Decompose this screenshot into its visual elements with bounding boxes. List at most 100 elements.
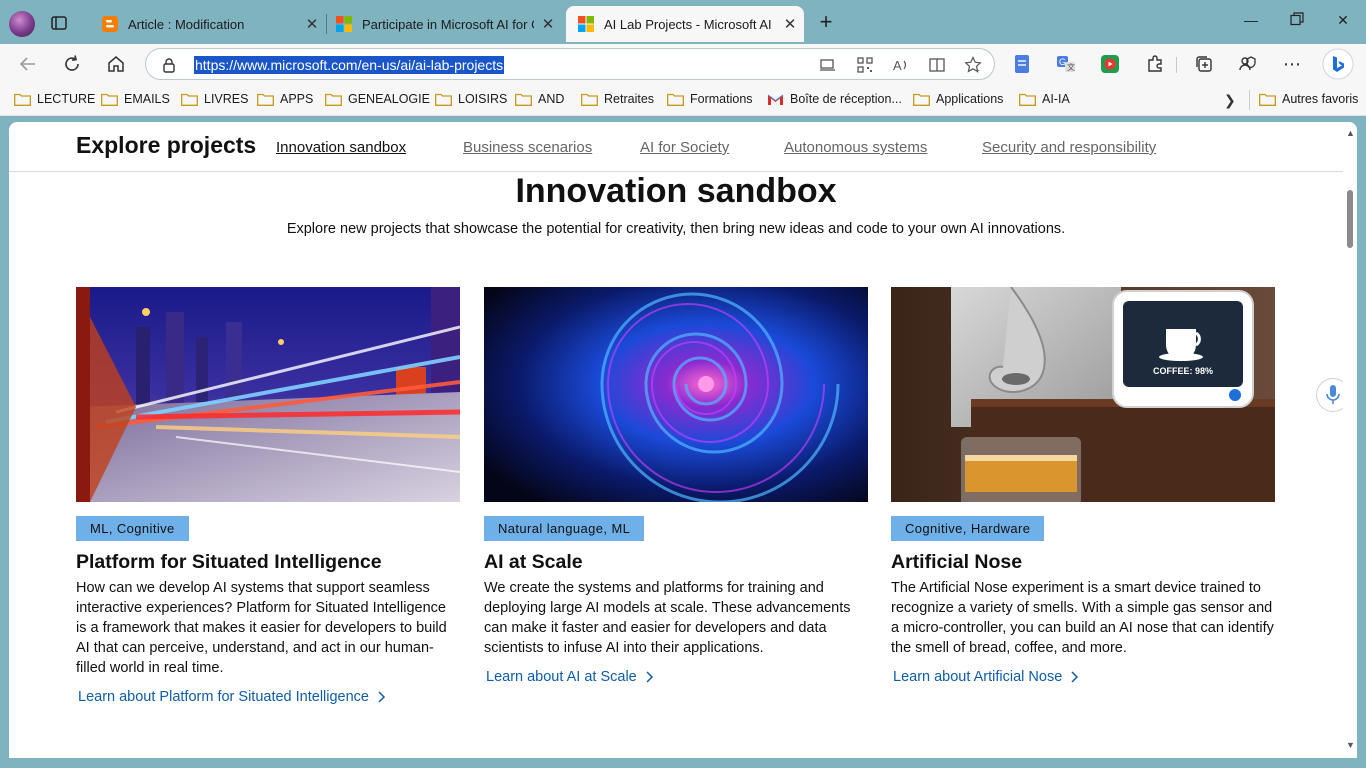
tab-participate-microsoft-ai[interactable]: Participate in Microsoft AI for Go ✕ [324,6,562,42]
bookmark-folder[interactable]: GENEALOGIE [325,92,430,106]
learn-more-link[interactable]: Learn about AI at Scale [486,669,868,685]
project-card-ai-at-scale: Natural language, ML AI at Scale We crea… [484,287,868,685]
tab-title: Participate in Microsoft AI for Go [362,16,534,32]
blogger-icon [102,16,118,32]
browser-toolbar: https://www.microsoft.com/en-us/ai/ai-la… [0,44,1366,84]
document-extension-icon[interactable] [1011,53,1033,75]
folder-icon [101,93,118,106]
nav-link-security-responsibility[interactable]: Security and responsibility [982,139,1156,156]
lock-icon[interactable] [162,57,176,73]
svg-text:G: G [1059,57,1066,67]
close-window-icon[interactable]: ✕ [1331,12,1355,34]
section-title: Innovation sandbox [515,172,837,210]
extensions-icon[interactable] [1144,53,1166,75]
bookmark-folder[interactable]: Formations [667,92,753,106]
bookmark-folder[interactable]: Retraites [581,92,654,106]
bing-copilot-icon[interactable] [1322,48,1354,80]
qr-code-icon[interactable] [856,56,874,74]
home-icon[interactable] [105,53,127,75]
bookmarks-bar: LECTURE EMAILS LIVRES APPS GENEALOGIE LO… [0,84,1366,116]
close-tab-icon[interactable]: ✕ [298,15,326,33]
folder-icon [515,93,532,106]
scroll-up-icon[interactable]: ▲ [1346,128,1355,138]
tab-article-modification[interactable]: Article : Modification ✕ [90,6,326,42]
bookmark-folder[interactable]: LOISIRS [435,92,507,106]
device-screen-text: COFFEE: 98% [1153,366,1213,376]
folder-icon [913,93,930,106]
folder-icon [181,93,198,106]
section-description: Explore new projects that showcase the p… [286,221,1066,237]
tab-strip: Article : Modification ✕ Participate in … [0,0,1366,46]
chevron-right-icon [378,691,386,703]
learn-more-link[interactable]: Learn about Artificial Nose [893,669,1275,685]
app-available-icon[interactable] [819,56,837,74]
project-subnav: Explore projects Innovation sandbox Busi… [9,122,1343,172]
svg-text:A: A [893,58,902,73]
restore-icon[interactable] [1285,12,1309,34]
immersive-reader-icon[interactable] [928,56,946,74]
tab-actions-icon[interactable] [50,14,68,32]
browser-essentials-icon[interactable] [1237,53,1259,75]
folder-icon [581,93,598,106]
tab-title: Article : Modification [128,16,245,32]
nav-link-business-scenarios[interactable]: Business scenarios [463,139,592,156]
translate-icon[interactable]: G文 [1055,53,1077,75]
category-tag: ML, Cognitive [76,516,189,541]
project-card-artificial-nose: COFFEE: 98% Cognitive, Hardware Artifici… [891,287,1275,685]
folder-icon [667,93,684,106]
bookmark-folder[interactable]: AND [515,92,564,106]
read-aloud-icon[interactable]: A [892,56,910,74]
folder-icon [435,93,452,106]
bookmark-folder[interactable]: AI-IA [1019,92,1070,106]
chevron-right-icon[interactable]: ❯ [1224,92,1236,109]
address-url[interactable]: https://www.microsoft.com/en-us/ai/ai-la… [194,56,505,74]
bookmark-folder[interactable]: LECTURE [14,92,95,106]
learn-more-link[interactable]: Learn about Platform for Situated Intell… [78,689,460,705]
more-options-icon[interactable]: ⋯ [1281,53,1303,75]
city-light-trails-image[interactable] [76,287,460,502]
bookmark-folder[interactable]: EMAILS [101,92,170,106]
folder-icon [1019,93,1036,106]
chevron-right-icon [1071,671,1079,683]
svg-text:+: + [975,66,980,74]
minimize-icon[interactable]: — [1239,12,1263,34]
scroll-down-icon[interactable]: ▼ [1346,740,1355,750]
nav-link-autonomous-systems[interactable]: Autonomous systems [784,139,927,156]
folder-icon [14,93,31,106]
scrollbar-thumb[interactable] [1347,190,1353,248]
add-favorite-icon[interactable]: + [964,56,982,75]
project-card-situated-intelligence: ML, Cognitive Platform for Situated Inte… [76,287,460,705]
close-tab-icon[interactable]: ✕ [534,15,562,33]
close-tab-icon[interactable]: ✕ [776,15,804,33]
address-bar[interactable]: https://www.microsoft.com/en-us/ai/ai-la… [145,48,995,80]
card-description: The Artificial Nose experiment is a smar… [891,580,1274,656]
microsoft-icon [578,16,594,32]
card-title: Platform for Situated Intelligence [76,551,382,573]
svg-text:文: 文 [1067,62,1075,72]
tab-title: AI Lab Projects - Microsoft AI Lab [604,16,776,32]
page-scrollbar[interactable]: ▲ ▼ [1343,122,1357,758]
folder-icon [257,93,274,106]
nav-link-innovation-sandbox[interactable]: Innovation sandbox [276,139,406,156]
refresh-icon[interactable] [61,53,83,75]
bookmarks-divider [1249,90,1250,110]
folder-icon [325,93,342,106]
profile-avatar[interactable] [9,11,35,37]
back-icon[interactable] [17,53,39,75]
collections-icon[interactable] [1193,53,1215,75]
tab-ai-lab-projects[interactable]: AI Lab Projects - Microsoft AI Lab ✕ [566,6,804,42]
video-extension-icon[interactable] [1099,53,1121,75]
bookmark-folder[interactable]: APPS [257,92,313,106]
bookmark-folder[interactable]: LIVRES [181,92,248,106]
artificial-nose-device-image[interactable]: COFFEE: 98% [891,287,1275,502]
card-description: How can we develop AI systems that suppo… [76,580,447,676]
new-tab-button[interactable]: + [815,11,837,33]
card-description: We create the systems and platforms for … [484,580,851,656]
other-favorites-folder[interactable]: Autres favoris [1259,92,1358,106]
toolbar-divider [1176,57,1177,73]
fractal-spiral-image[interactable] [484,287,868,502]
bookmark-folder[interactable]: Applications [913,92,1003,106]
nav-link-ai-for-society[interactable]: AI for Society [640,139,729,156]
card-title: AI at Scale [484,551,583,573]
bookmark-gmail[interactable]: Boîte de réception... [767,92,902,106]
